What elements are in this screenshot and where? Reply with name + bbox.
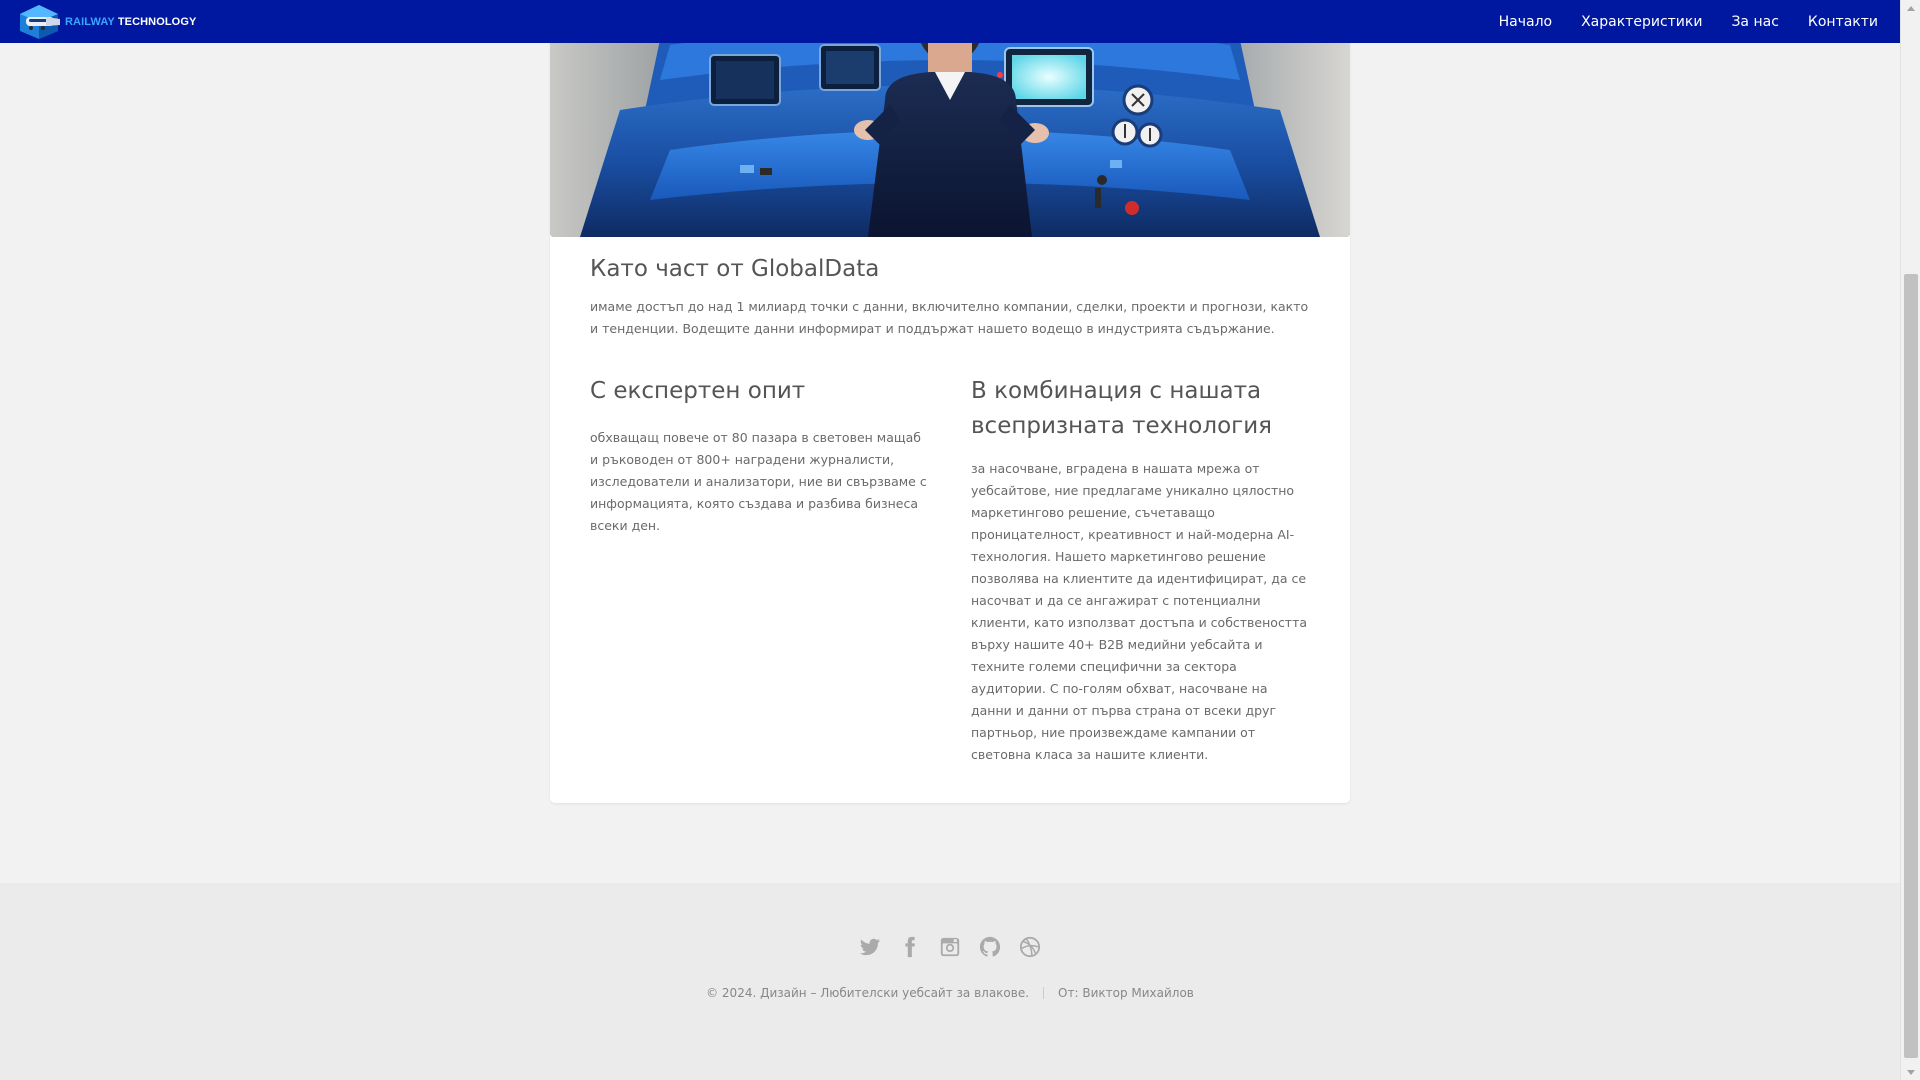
dribbble-icon[interactable] [1019, 936, 1041, 958]
technology-heading: В комбинация с нашата всепризната технол… [971, 378, 1273, 439]
github-icon[interactable] [979, 936, 1001, 958]
vertical-scrollbar[interactable] [1900, 0, 1920, 1080]
scrollbar-thumb[interactable] [1904, 274, 1918, 1058]
footer: © 2024. Дизайн – Любителски уебсайт за в… [0, 883, 1900, 1080]
nav-link-home[interactable]: Начало [1499, 14, 1552, 30]
copyright-text: © 2024. Дизайн – Любителски уебсайт за в… [706, 986, 1030, 1000]
intro-heading: Като част от GlobalData [590, 256, 880, 282]
brand-logo-link[interactable]: RAILWAY TECHNOLOGY [16, 3, 196, 40]
facebook-icon[interactable] [899, 936, 921, 958]
expertise-text: обхващащ повече от 80 пазара в световен … [590, 430, 927, 533]
brand-name-railway: RAILWAY [65, 15, 115, 28]
content-card: Като част от GlobalData имаме достъп до … [550, 0, 1350, 803]
feature-column-expertise: С експертен опит обхващащ повече от 80 п… [590, 374, 929, 766]
scroll-down-arrow-icon[interactable] [1901, 1064, 1920, 1080]
nav-menu: Начало Характеристики За нас Контакти [1499, 14, 1878, 30]
card-body: Като част от GlobalData имаме достъп до … [590, 252, 1310, 766]
footer-divider [1043, 987, 1045, 999]
technology-text: за насочване, вградена в нашата мрежа от… [971, 461, 1308, 762]
navbar: RAILWAY TECHNOLOGY Начало Характеристики … [0, 0, 1900, 43]
intro-text: имаме достъп до над 1 милиард точки с да… [590, 299, 1309, 336]
expertise-heading: С експертен опит [590, 378, 806, 404]
brand-text: RAILWAY TECHNOLOGY [65, 16, 196, 28]
nav-link-about[interactable]: За нас [1731, 14, 1778, 30]
instagram-icon[interactable] [939, 936, 961, 958]
brand-name-technology: TECHNOLOGY [117, 15, 197, 28]
feature-column-technology: В комбинация с нашата всепризната технол… [971, 374, 1310, 766]
nav-link-features[interactable]: Характеристики [1581, 14, 1702, 30]
scroll-up-arrow-icon[interactable] [1901, 0, 1920, 16]
train-logo-icon [20, 5, 60, 39]
author-text: От: Виктор Михайлов [1058, 986, 1194, 1000]
social-links [0, 936, 1900, 958]
twitter-icon[interactable] [859, 936, 881, 958]
feature-columns: С експертен опит обхващащ повече от 80 п… [590, 374, 1310, 766]
footer-credits: © 2024. Дизайн – Любителски уебсайт за в… [0, 986, 1900, 1000]
nav-link-contacts[interactable]: Контакти [1808, 14, 1878, 30]
